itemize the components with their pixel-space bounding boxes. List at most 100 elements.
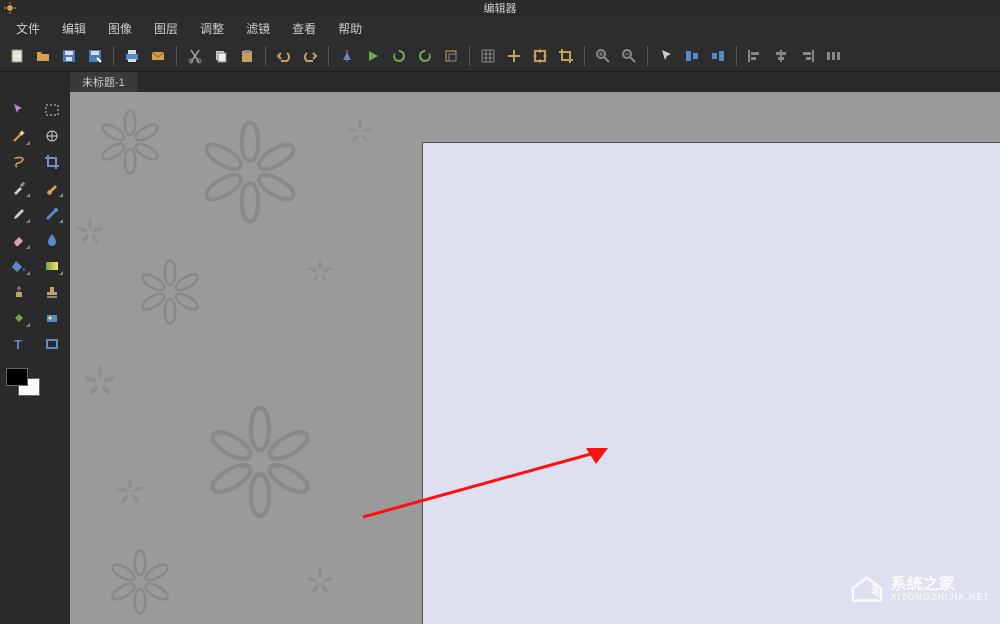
menu-help[interactable]: 帮助	[328, 18, 372, 39]
pencil-tool[interactable]	[6, 204, 31, 224]
menu-filter[interactable]: 滤镜	[236, 18, 280, 39]
separator	[736, 46, 737, 66]
eyedropper-tool[interactable]	[6, 178, 31, 198]
menu-image[interactable]: 图像	[98, 18, 142, 39]
airbrush-icon	[44, 206, 60, 222]
transform-button[interactable]	[440, 45, 462, 67]
align-right-button[interactable]	[796, 45, 818, 67]
cut-icon	[187, 48, 203, 64]
menu-file[interactable]: 文件	[6, 18, 50, 39]
smudge-tool[interactable]	[39, 308, 64, 328]
separator	[584, 46, 585, 66]
menu-layer[interactable]: 图层	[144, 18, 188, 39]
separator	[113, 46, 114, 66]
move-tool[interactable]	[6, 100, 31, 120]
watermark-icon	[849, 574, 885, 604]
airbrush-tool[interactable]	[39, 204, 64, 224]
gradient-tool[interactable]	[39, 256, 64, 276]
menu-adjust[interactable]: 调整	[190, 18, 234, 39]
open-folder-icon	[35, 48, 51, 64]
save-as-button[interactable]	[84, 45, 106, 67]
paste-button[interactable]	[236, 45, 258, 67]
rotate-right-icon	[417, 48, 433, 64]
align2-button[interactable]	[707, 45, 729, 67]
email-button[interactable]	[147, 45, 169, 67]
distribute-button[interactable]	[822, 45, 844, 67]
play-icon	[365, 48, 381, 64]
copy-button[interactable]	[210, 45, 232, 67]
pointer-button[interactable]	[655, 45, 677, 67]
transform-icon	[443, 48, 459, 64]
print-icon	[124, 48, 140, 64]
menu-edit[interactable]: 编辑	[52, 18, 96, 39]
zoom-out-button[interactable]	[618, 45, 640, 67]
watermark-subtext: XITONGZHIJIA.NET	[891, 593, 990, 602]
eyedropper-alt-tool[interactable]	[39, 126, 64, 146]
redo-button[interactable]	[299, 45, 321, 67]
fill-tool[interactable]	[6, 256, 31, 276]
eyedropper-icon	[11, 180, 27, 196]
paste-icon	[239, 48, 255, 64]
rotate-right-button[interactable]	[414, 45, 436, 67]
grid-button[interactable]	[477, 45, 499, 67]
zoom-in-icon	[595, 48, 611, 64]
blur-tool[interactable]	[39, 230, 64, 250]
eraser-tool[interactable]	[6, 230, 31, 250]
lasso-tool[interactable]	[6, 152, 31, 172]
toolbox: T	[0, 92, 70, 624]
crosshair-icon	[506, 48, 522, 64]
align-center-icon	[773, 48, 789, 64]
new-file-icon	[9, 48, 25, 64]
text-tool[interactable]: T	[6, 334, 31, 354]
open-button[interactable]	[32, 45, 54, 67]
heal-icon	[11, 310, 27, 326]
document-tab[interactable]: 未标题-1	[70, 72, 137, 92]
zoom-in-button[interactable]	[592, 45, 614, 67]
save-icon	[61, 48, 77, 64]
canvas-area[interactable]	[70, 92, 1000, 624]
blur-icon	[44, 232, 60, 248]
move-icon	[11, 102, 27, 118]
undo-button[interactable]	[273, 45, 295, 67]
crop-icon	[558, 48, 574, 64]
align1-button[interactable]	[681, 45, 703, 67]
crop-tool[interactable]	[39, 152, 64, 172]
app-icon	[4, 2, 16, 14]
align-icon	[684, 48, 700, 64]
pencil-icon	[11, 206, 27, 222]
new-file-button[interactable]	[6, 45, 28, 67]
shape-icon	[44, 336, 60, 352]
flip-h-button[interactable]	[336, 45, 358, 67]
wand-icon	[11, 128, 27, 144]
brush-tool[interactable]	[39, 178, 64, 198]
align-center-button[interactable]	[770, 45, 792, 67]
save-button[interactable]	[58, 45, 80, 67]
rect-select-tool[interactable]	[39, 100, 64, 120]
heal-tool[interactable]	[6, 308, 31, 328]
window-title: 编辑器	[484, 0, 517, 16]
crosshair-button[interactable]	[503, 45, 525, 67]
foreground-color[interactable]	[6, 368, 28, 386]
clone-tool[interactable]	[6, 282, 31, 302]
print-button[interactable]	[121, 45, 143, 67]
cut-button[interactable]	[184, 45, 206, 67]
watermark: 系统之家 XITONGZHIJIA.NET	[849, 574, 990, 604]
align-icon	[710, 48, 726, 64]
crop-fit-button[interactable]	[529, 45, 551, 67]
title-bar: 编辑器	[0, 0, 1000, 16]
email-icon	[150, 48, 166, 64]
magic-wand-tool[interactable]	[6, 126, 31, 146]
canvas-document[interactable]	[422, 142, 1000, 624]
align-right-icon	[799, 48, 815, 64]
stamp-tool[interactable]	[39, 282, 64, 302]
crop-button[interactable]	[555, 45, 577, 67]
color-swatch[interactable]	[6, 368, 42, 398]
stamp-icon	[44, 284, 60, 300]
align-left-button[interactable]	[744, 45, 766, 67]
rotate-left-button[interactable]	[388, 45, 410, 67]
lasso-icon	[11, 154, 27, 170]
redo-icon	[302, 48, 318, 64]
menu-view[interactable]: 查看	[282, 18, 326, 39]
shape-tool[interactable]	[39, 334, 64, 354]
play-button[interactable]	[362, 45, 384, 67]
